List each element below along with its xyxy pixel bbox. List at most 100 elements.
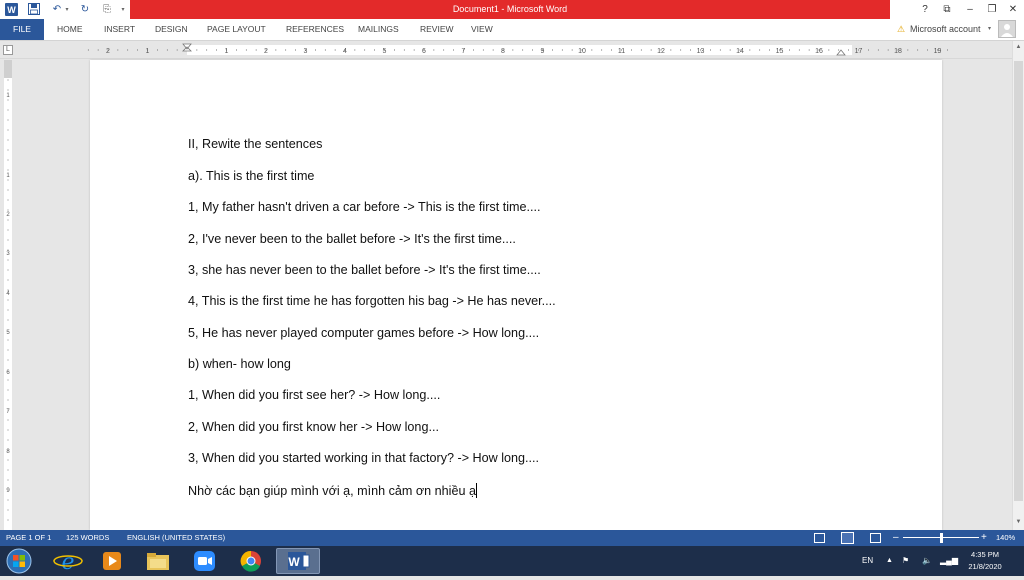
tab-page-layout[interactable]: PAGE LAYOUT [207,19,266,40]
customize-toolbar-icon[interactable]: ▾ [119,2,127,16]
account-dropdown-icon[interactable]: ▾ [988,19,991,40]
vertical-ruler-number: 4 [6,291,10,297]
zoom-in-button[interactable]: + [981,530,987,546]
vertical-ruler-number: 3 [6,251,10,257]
chrome-icon[interactable] [229,548,273,574]
avatar[interactable] [998,20,1016,38]
word-count[interactable]: 125 WORDS [66,530,109,546]
print-layout-icon[interactable] [841,532,854,544]
ruler-number: 8 [501,48,505,55]
clock-date: 21/8/2020 [968,562,1002,571]
media-player-icon[interactable] [90,548,134,574]
undo-icon[interactable]: ↶ [50,2,64,16]
system-clock[interactable]: 4:35 PM 21/8/2020 [962,549,1008,573]
svg-text:e: e [61,550,74,574]
page-count[interactable]: PAGE 1 OF 1 [6,530,51,546]
vertical-ruler-number: 6 [6,370,10,376]
zoom-slider-handle[interactable] [940,533,943,543]
ruler-number: 14 [736,48,744,55]
vertical-ruler-number: 1 [6,93,10,99]
ruler-number: 10 [578,48,586,55]
document-line[interactable]: 2, When did you first know her -> How lo… [188,420,439,434]
ribbon-tabs: FILE HOME INSERT DESIGN PAGE LAYOUT REFE… [0,19,1024,41]
ruler-number: 1 [146,48,150,55]
indent-marker-icon[interactable] [182,43,192,52]
tab-home[interactable]: HOME [57,19,83,40]
vertical-scrollbar[interactable]: ▲ ▼ [1012,41,1024,530]
scroll-down-icon[interactable]: ▼ [1014,519,1023,527]
scrollbar-thumb[interactable] [1014,61,1023,501]
taskbar: e W EN ▲ ⚑ 🔈 ▂▄▆ [0,546,1024,576]
zoom-app-icon[interactable] [183,548,227,574]
start-button[interactable] [3,547,35,575]
tab-file[interactable]: FILE [0,19,44,40]
zoom-out-button[interactable]: – [893,530,899,546]
undo-dropdown-icon[interactable]: ▾ [63,2,71,16]
document-line[interactable]: 4, This is the first time he has forgott… [188,294,556,308]
maximize-button[interactable]: ❐ [982,0,1002,19]
right-indent-marker-icon[interactable] [836,49,846,56]
minimize-button[interactable]: – [960,0,980,19]
ruler-number: 2 [264,48,268,55]
ruler-number: 9 [541,48,545,55]
document-line[interactable]: 2, I've never been to the ballet before … [188,232,516,246]
ruler-number: 17 [855,48,863,55]
ruler-number: 18 [894,48,902,55]
ribbon-display-options-button[interactable]: ⧉ [937,0,957,19]
file-explorer-icon[interactable] [136,548,180,574]
ruler-number: 3 [304,48,308,55]
ruler-number: 1 [225,48,229,55]
internet-explorer-icon[interactable]: e [46,548,90,575]
language-indicator[interactable]: ENGLISH (UNITED STATES) [127,530,225,546]
tab-view[interactable]: VIEW [471,19,493,40]
word-app-icon[interactable]: W [4,2,18,16]
vertical-ruler-number: 1 [6,173,10,179]
document-line[interactable]: a). This is the first time [188,169,314,183]
ruler-number: 4 [343,48,347,55]
ruler-number: 7 [462,48,466,55]
status-bar: PAGE 1 OF 1 125 WORDS ENGLISH (UNITED ST… [0,530,1024,546]
save-icon[interactable] [27,2,41,16]
ruler-number: 11 [618,48,625,55]
web-layout-icon[interactable] [870,533,881,543]
help-button[interactable]: ? [915,0,935,19]
document-line[interactable]: 5, He has never played computer games be… [188,326,539,340]
svg-text:W: W [288,555,300,569]
document-line[interactable]: b) when- how long [188,357,291,371]
vertical-ruler-number: 2 [6,212,10,218]
show-hidden-icons-icon[interactable]: ▲ [886,546,893,576]
tab-insert[interactable]: INSERT [104,19,135,40]
zoom-level[interactable]: 140% [996,530,1015,546]
tab-design[interactable]: DESIGN [155,19,188,40]
touch-mode-icon[interactable]: ⎘ [100,2,114,16]
vertical-ruler-number: 9 [6,488,10,494]
text-cursor [476,483,477,498]
document-line[interactable]: 3, When did you started working in that … [188,451,539,465]
input-language[interactable]: EN [862,546,873,576]
svg-text:W: W [7,5,16,15]
horizontal-ruler[interactable]: 2 1 1 2 3 4 5 6 7 8 9 10 11 12 13 14 15 16 17 18 19 [0,41,1012,59]
network-icon[interactable]: ▂▄▆ [940,546,958,576]
read-mode-icon[interactable] [814,533,825,543]
word-taskbar-icon[interactable]: W [276,548,320,574]
tab-references[interactable]: REFERENCES [286,19,344,40]
ruler-number: 6 [422,48,426,55]
action-center-icon[interactable]: ⚑ [902,546,909,576]
document-line[interactable]: Nhờ các bạn giúp mình với ạ, mình cảm ơn… [188,483,477,498]
tab-mailings[interactable]: MAILINGS [358,19,399,40]
scroll-up-icon[interactable]: ▲ [1014,44,1023,52]
account-menu[interactable]: Microsoft account [910,19,981,40]
redo-icon[interactable]: ↻ [78,2,92,16]
close-button[interactable]: ✕ [1003,0,1023,19]
vertical-ruler-number: 5 [6,330,10,336]
tab-review[interactable]: REVIEW [420,19,454,40]
document-line[interactable]: II, Rewite the sentences [188,137,322,151]
document-line[interactable]: 1, When did you first see her? -> How lo… [188,388,440,402]
document-line[interactable]: 1, My father hasn't driven a car before … [188,200,541,214]
warning-icon: ⚠ [897,24,906,34]
volume-icon[interactable]: 🔈 [922,546,932,576]
vertical-ruler[interactable]: 1123456789 [0,60,16,530]
ruler-number: 16 [815,48,823,55]
ruler-number: 15 [776,48,784,55]
document-line[interactable]: 3, she has never been to the ballet befo… [188,263,541,277]
